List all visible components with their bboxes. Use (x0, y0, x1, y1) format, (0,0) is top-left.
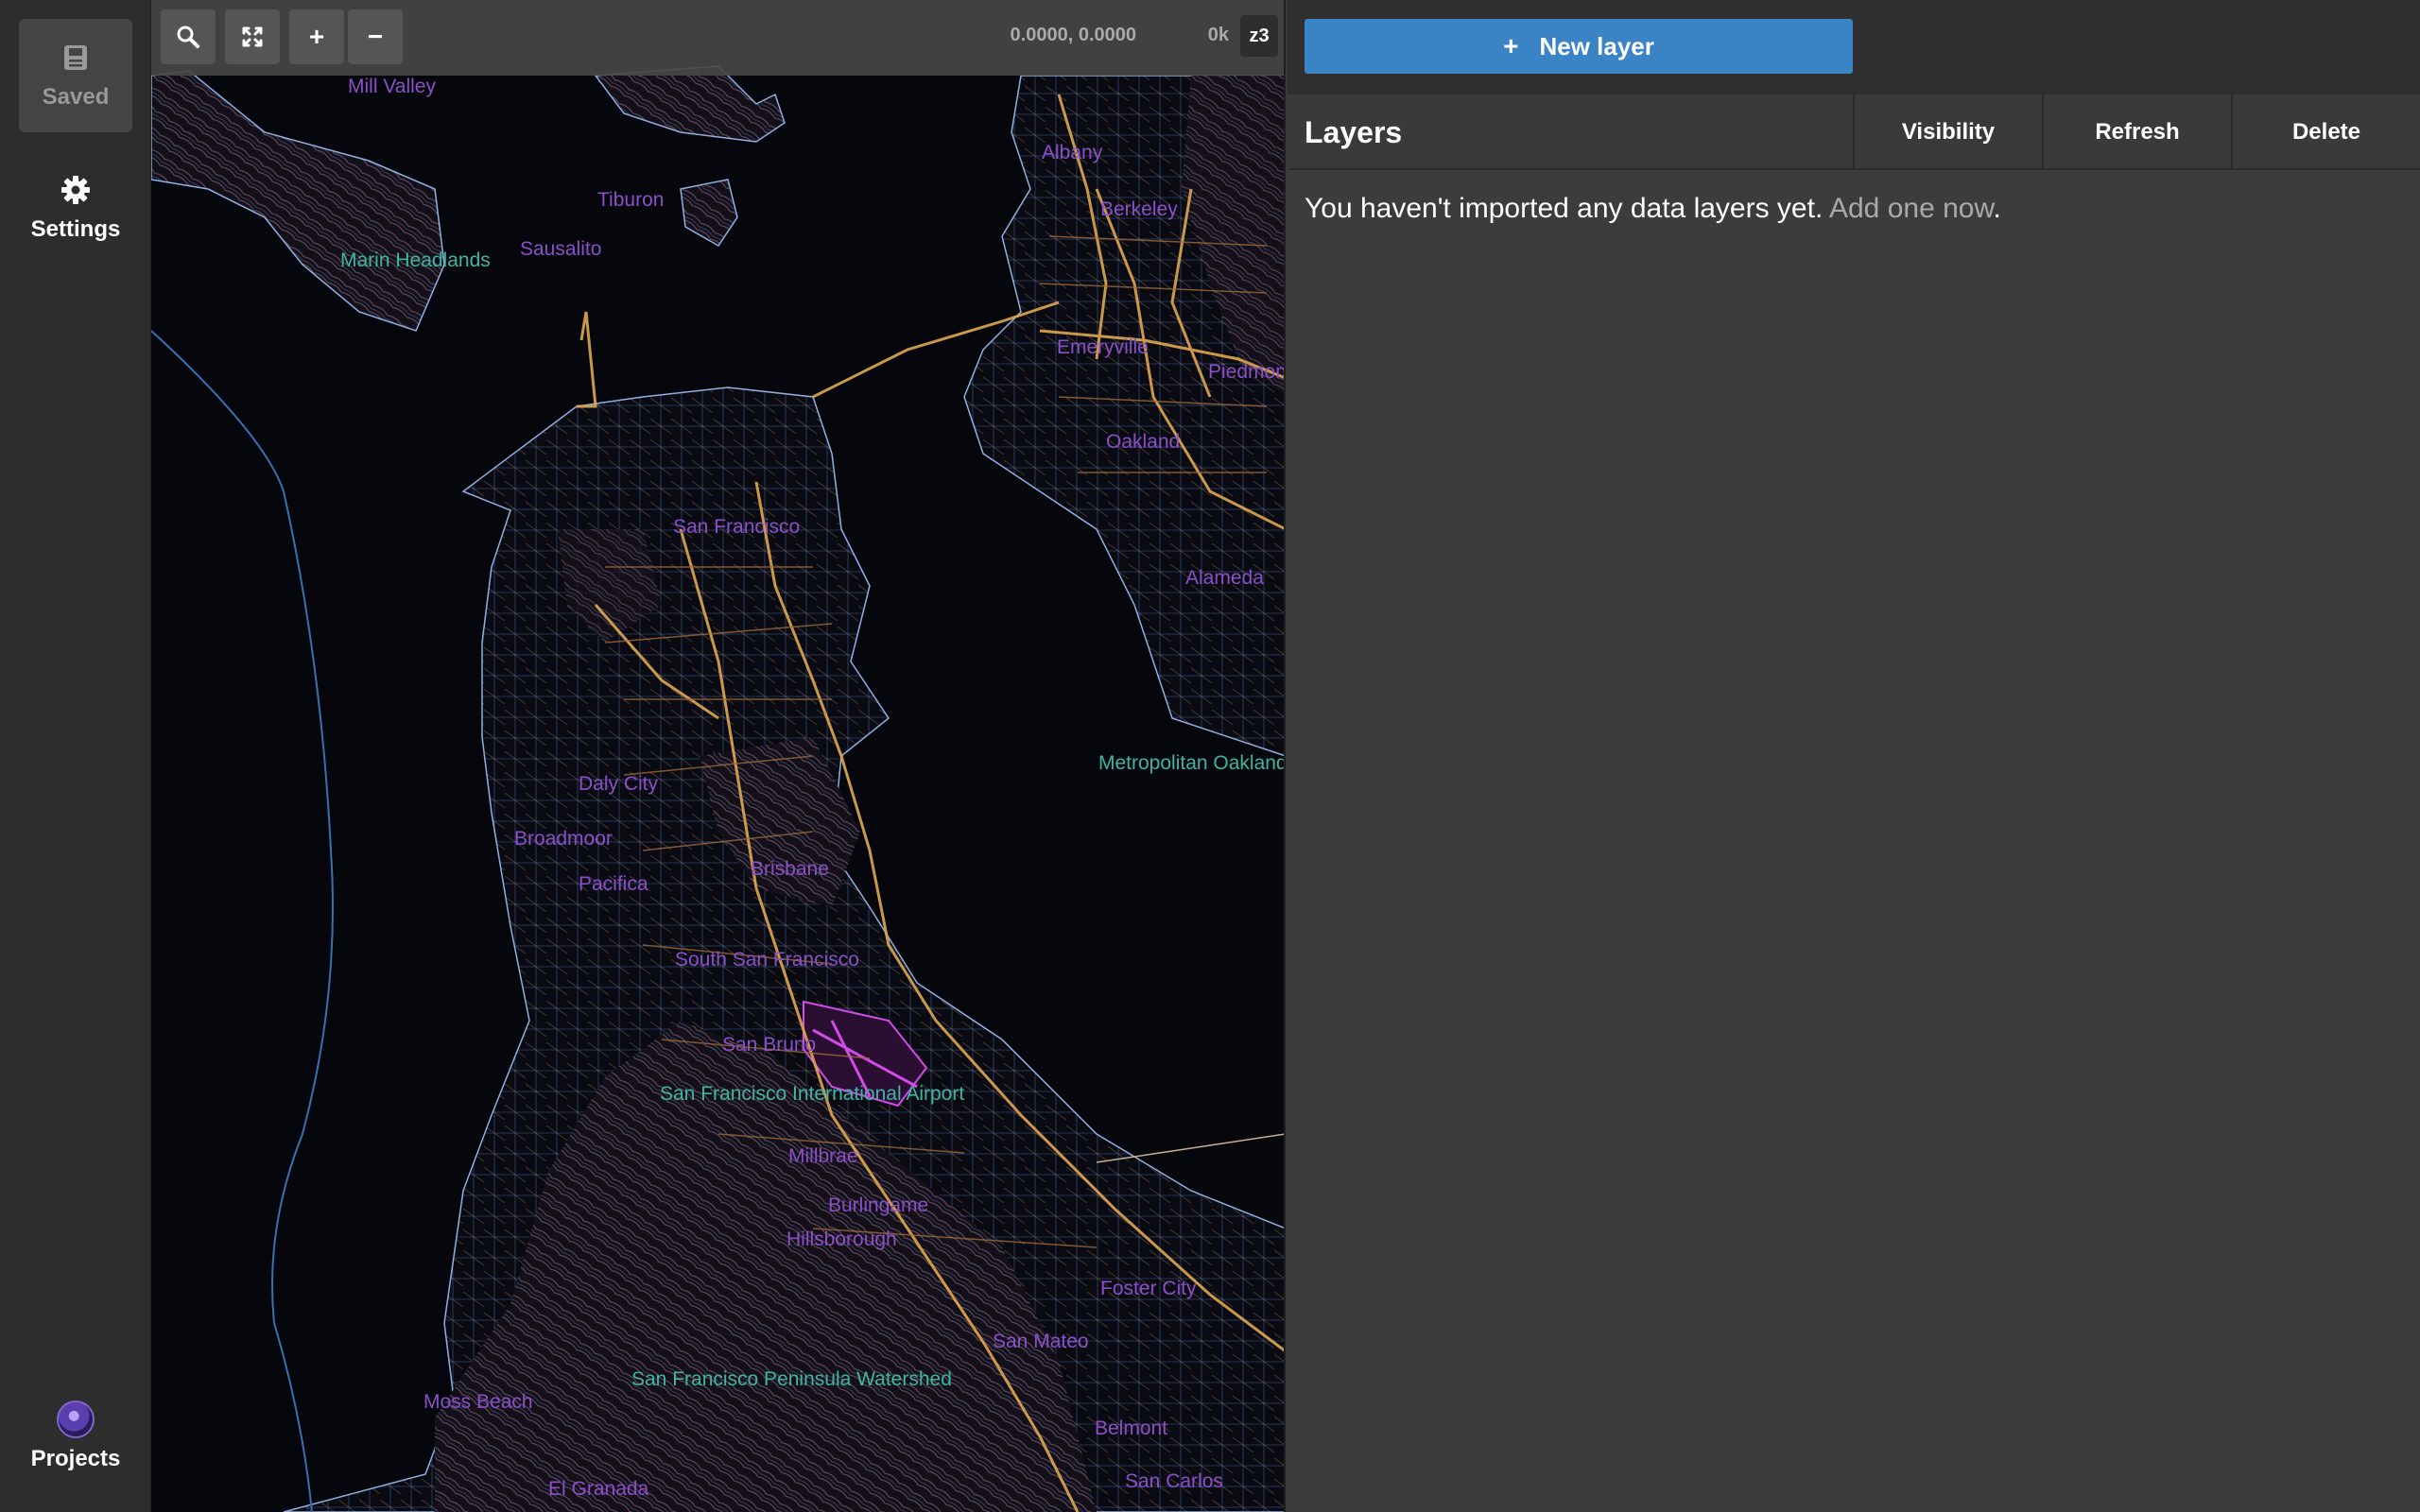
map-label-san-francisco: San Francisco (673, 516, 801, 538)
saved-label: Saved (42, 84, 110, 110)
map-label-albany: Albany (1042, 142, 1103, 163)
new-layer-button[interactable]: + New layer (1305, 19, 1853, 74)
plus-icon: + (1503, 31, 1519, 60)
column-refresh-label: Refresh (2095, 119, 2180, 145)
map-label-burlingame: Burlingame (828, 1194, 929, 1216)
column-delete-label: Delete (2291, 119, 2361, 145)
map-label-south-san-francisco: South San Francisco (675, 949, 859, 971)
minus-icon: − (367, 22, 384, 51)
gear-icon (59, 173, 93, 207)
map-label-peninsula-watershed: San Francisco Peninsula Watershed (631, 1368, 952, 1390)
map-label-mill-valley: Mill Valley (348, 76, 436, 97)
settings-button[interactable]: Settings (19, 151, 132, 265)
map-label-broadmoor: Broadmoor (514, 828, 613, 850)
map-label-oakland: Oakland (1106, 431, 1181, 453)
map-label-el-granada: El Granada (548, 1478, 649, 1500)
zoom-in-button[interactable]: + (289, 9, 344, 64)
map-label-emeryville: Emeryville (1057, 336, 1149, 358)
column-delete[interactable]: Delete (2231, 94, 2420, 170)
map-label-daly-city: Daly City (579, 773, 659, 795)
map-label-marin-headlands: Marin Headlands (340, 249, 491, 271)
map-label-pacifica-north: Pacifica (579, 873, 648, 895)
zoom-out-button[interactable]: − (348, 9, 403, 64)
map-label-berkeley: Berkeley (1100, 198, 1178, 220)
zoom-level-label: z3 (1249, 25, 1270, 46)
map-label-san-carlos: San Carlos (1125, 1470, 1223, 1492)
panel-header: + New layer (1288, 0, 2420, 94)
layers-panel: + New layer Layers Visibility Refresh De… (1288, 0, 2420, 1512)
column-refresh[interactable]: Refresh (2042, 94, 2231, 170)
projects-button[interactable]: Projects (19, 1380, 132, 1493)
empty-message-text: You haven't imported any data layers yet… (1305, 193, 1824, 224)
map-toolbar: + − 0.0000, 0.0000 0k z3 (151, 0, 1284, 76)
expand-icon (242, 26, 263, 47)
projects-label: Projects (30, 1446, 121, 1471)
plus-icon: + (308, 22, 325, 51)
map-label-alameda: Alameda (1185, 567, 1264, 589)
empty-layers-message: You haven't imported any data layers yet… (1305, 193, 2001, 225)
new-layer-label: New layer (1539, 31, 1654, 60)
saved-button[interactable]: Saved (19, 19, 132, 132)
map-label-hillsborough: Hillsborough (786, 1228, 897, 1250)
map-label-tiburon: Tiburon (597, 189, 665, 211)
map-label-san-bruno: San Bruno (722, 1034, 817, 1056)
map-label-san-mateo: San Mateo (993, 1331, 1089, 1352)
map-view[interactable]: Mill Valley Tiburon Sausalito Albany Ber… (151, 0, 1286, 1512)
coordinates-readout: 0.0000, 0.0000 (1010, 25, 1136, 45)
map-label-foster-city: Foster City (1100, 1278, 1197, 1299)
map-label-sfo: San Francisco International Airport (660, 1083, 965, 1105)
layers-title: Layers (1305, 115, 1403, 149)
fit-extent-button[interactable] (225, 9, 280, 64)
avatar (57, 1400, 95, 1438)
map-label-metropolitan-oakland: Metropolitan Oakland (1098, 752, 1286, 774)
map-label-belmont: Belmont (1095, 1418, 1168, 1439)
map-label-moss-beach: Moss Beach (424, 1391, 533, 1413)
column-visibility[interactable]: Visibility (1853, 94, 2042, 170)
settings-label: Settings (30, 216, 121, 242)
layers-table-header: Layers Visibility Refresh Delete (1288, 94, 2420, 170)
save-icon (59, 41, 93, 75)
tile-size-readout: 0k (1207, 25, 1229, 45)
map-label-millbrae: Millbrae (788, 1145, 858, 1167)
add-layer-link[interactable]: Add one now (1829, 193, 1993, 224)
zoom-level-button[interactable]: z3 (1240, 15, 1278, 57)
left-nav: Saved Settings Projects (0, 0, 151, 1512)
map-label-piedmont: Piedmont (1208, 361, 1286, 383)
empty-message-suffix: . (1993, 193, 2001, 224)
search-icon (177, 26, 199, 48)
map-label-sausalito: Sausalito (520, 238, 602, 260)
search-button[interactable] (161, 9, 216, 64)
map-label-brisbane: Brisbane (751, 858, 829, 880)
column-visibility-label: Visibility (1901, 119, 1996, 145)
